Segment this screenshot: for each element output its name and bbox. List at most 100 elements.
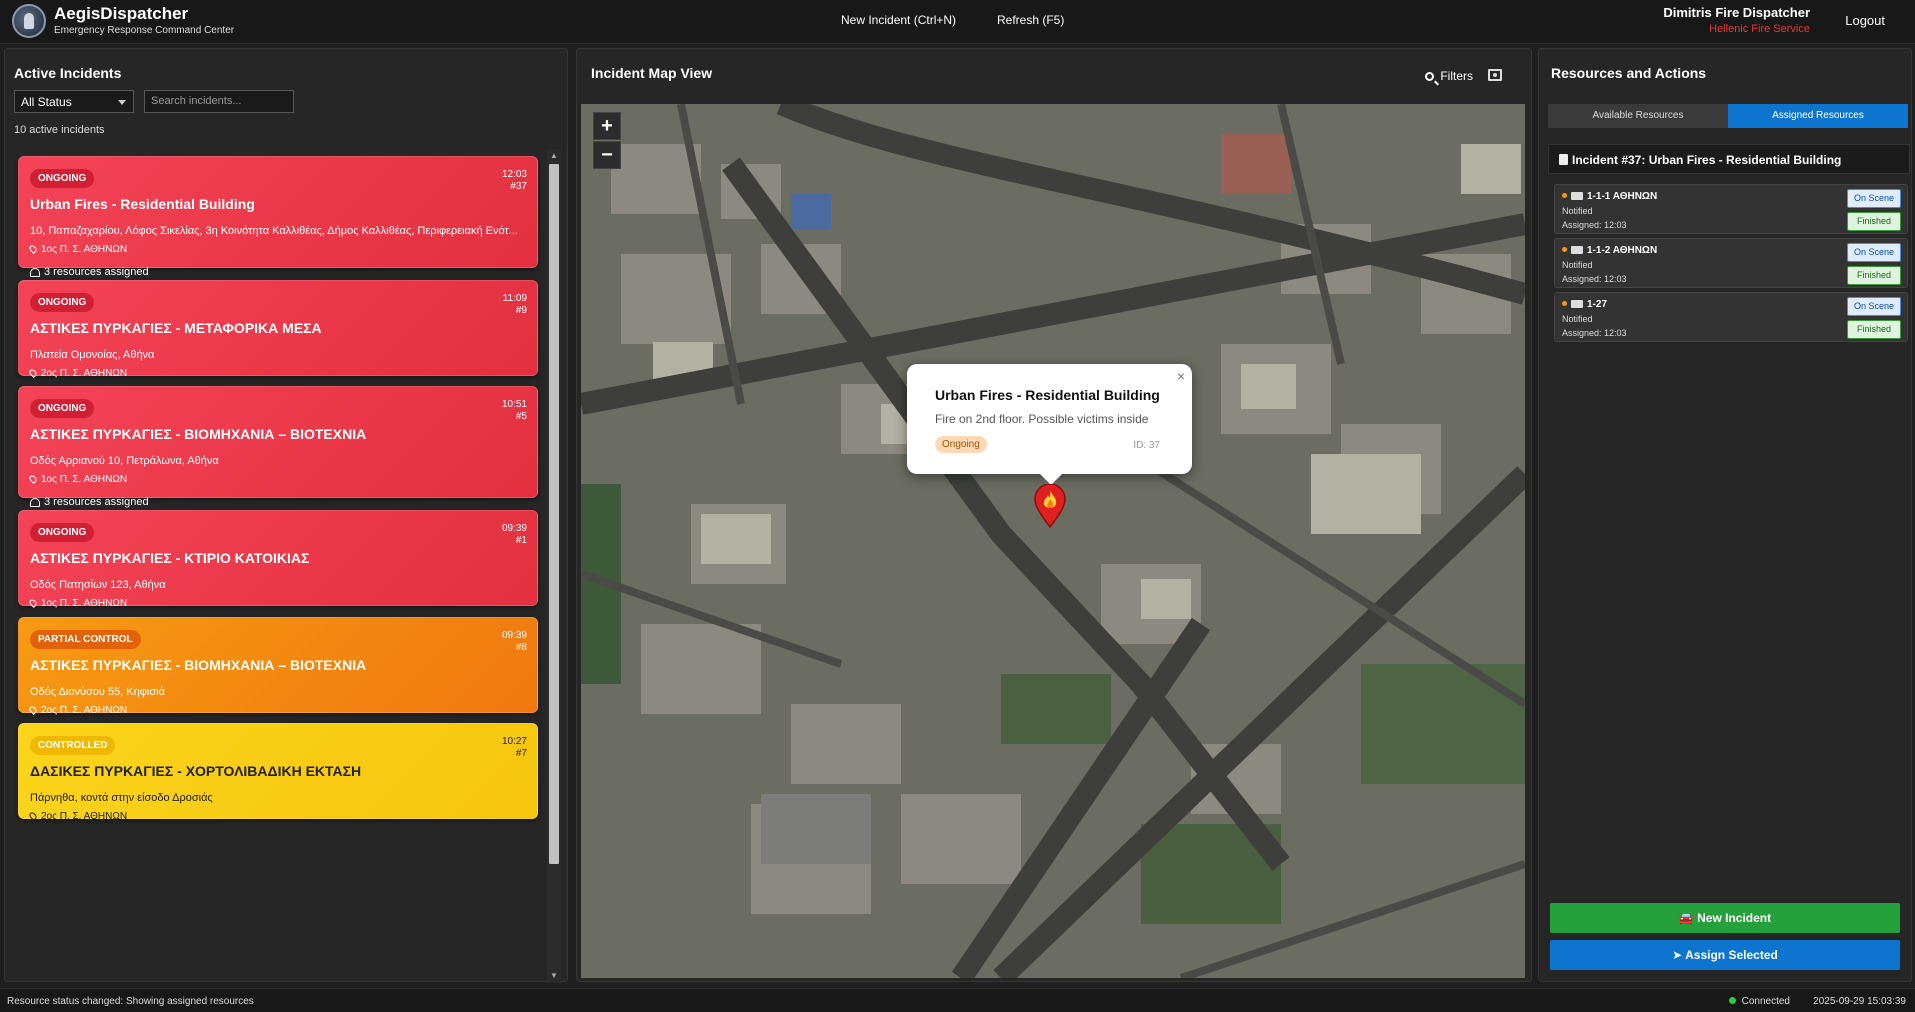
connection-indicator-icon [1728, 997, 1736, 1004]
incident-station-label: 2ος Π. Σ. ΑΘΗΝΩΝ [41, 368, 128, 379]
new-incident-button[interactable]: 🚘 New Incident [1550, 903, 1900, 933]
incident-time: 12:03 #37 [502, 169, 527, 193]
incident-number: #37 [510, 181, 527, 192]
location-pin-icon [28, 368, 38, 379]
incident-card[interactable]: ONGOING 09:39 #1 ΑΣΤΙΚΕΣ ΠΥΡΚΑΓΙΕΣ - ΚΤΙΡΙΟ… [18, 510, 538, 609]
on-scene-button[interactable]: On Scene [1847, 189, 1901, 208]
top-bar: AegisDispatcher Emergency Response Comma… [0, 0, 1915, 44]
incident-card[interactable]: ONGOING 10:51 #5 ΑΣΤΙΚΕΣ ΠΥΡΚΑΓΙΕΣ - ΒΙΟΜΗΧ… [18, 386, 538, 508]
incident-number: #7 [515, 748, 527, 759]
incident-station: 2ος Π. Σ. ΑΘΗΝΩΝ [28, 705, 128, 716]
resource-name-label: 1-1-2 ΑΘΗΝΩΝ [1587, 245, 1658, 256]
scroll-up-icon[interactable]: ▲ [550, 152, 558, 160]
incident-station-label: 2ος Π. Σ. ΑΘΗΝΩΝ [41, 705, 128, 716]
popup-incident-id: ID: 37 [1133, 440, 1160, 451]
incident-title: ΑΣΤΙΚΕΣ ΠΥΡΚΑΓΙΕΣ - ΒΙΟΜΗΧΑΝΙΑ – ΒΙΟΤΕΧΝ… [30, 426, 367, 442]
tab-assigned-resources[interactable]: Assigned Resources [1728, 104, 1908, 128]
incident-resources-label: 3 resources assigned [44, 266, 149, 278]
incident-time-value: 11:09 [502, 293, 527, 304]
popup-status-badge: Ongoing [935, 436, 987, 453]
resource-card[interactable]: 1-1-1 ΑΘΗΝΩΝ Notified Assigned: 12:03 On Sc… [1554, 184, 1908, 234]
status-dot-icon [1562, 193, 1567, 198]
popup-description: Fire on 2nd floor. Possible victims insi… [935, 412, 1149, 426]
incident-list-scrollbar[interactable]: ▲ ▼ [547, 149, 561, 983]
tab-available-resources[interactable]: Available Resources [1548, 104, 1728, 128]
assign-selected-button[interactable]: ➤ Assign Selected [1550, 940, 1900, 970]
selected-incident-title: Incident #37: Urban Fires - Residential … [1572, 153, 1842, 167]
app-window: AegisDispatcher Emergency Response Comma… [0, 0, 1915, 1012]
incident-time-value: 12:03 [501, 169, 527, 180]
incident-list: ONGOING 12:03 #37 Urban Fires - Residential… [14, 156, 542, 976]
incident-number: #8 [515, 642, 527, 653]
incident-time: 09:39 #8 [502, 630, 527, 654]
refresh-link[interactable]: Refresh (F5) [997, 13, 1064, 27]
panel-title-active-incidents: Active Incidents [14, 65, 122, 81]
incident-station-label: 1ος Π. Σ. ΑΘΗΝΩΝ [41, 474, 128, 485]
incident-map-panel: Incident Map View Filters + − × Urban Fi… [576, 48, 1532, 982]
incident-time-value: 10:27 [501, 736, 527, 747]
finished-button[interactable]: Finished [1847, 266, 1901, 285]
logout-button[interactable]: Logout [1845, 13, 1885, 28]
resource-card[interactable]: 1-1-2 ΑΘΗΝΩΝ Notified Assigned: 12:03 On Sc… [1554, 238, 1908, 288]
active-incidents-panel: Active Incidents All Status Search incid… [4, 48, 568, 983]
location-pin-icon [28, 705, 38, 716]
on-scene-button[interactable]: On Scene [1847, 297, 1901, 316]
incident-address: Πλατεία Ομονοίας, Αθήνα [30, 349, 155, 361]
incident-number: #9 [515, 305, 527, 316]
car-icon: 🚘 [1678, 911, 1698, 925]
on-scene-button[interactable]: On Scene [1847, 243, 1901, 262]
incident-card[interactable]: PARTIAL CONTROL 09:39 #8 ΑΣΤΙΚΕΣ ΠΥΡΚΑΓΙΕΣ … [18, 617, 538, 716]
scroll-down-icon[interactable]: ▼ [550, 972, 558, 980]
incident-title: ΑΣΤΙΚΕΣ ΠΥΡΚΑΓΙΕΣ - ΜΕΤΑΦΟΡΙΚΑ ΜΕΣΑ [30, 320, 322, 336]
resource-name-label: 1-1-1 ΑΘΗΝΩΝ [1587, 191, 1658, 202]
new-incident-link[interactable]: New Incident (Ctrl+N) [841, 13, 956, 27]
resource-status: Notified [1562, 260, 1593, 270]
finished-button[interactable]: Finished [1847, 320, 1901, 339]
incident-time-value: 09:39 [501, 630, 527, 641]
incident-number: #5 [515, 411, 527, 422]
map-imagery [581, 104, 1525, 978]
finished-button[interactable]: Finished [1847, 212, 1901, 231]
incident-card[interactable]: ONGOING 11:09 #9 ΑΣΤΙΚΕΣ ΠΥΡΚΑΓΙΕΣ - ΜΕΤΑΦΟ… [18, 280, 538, 379]
incident-time: 11:09 #9 [503, 293, 527, 317]
incident-popup: × Urban Fires - Residential Building Fir… [907, 364, 1192, 485]
new-incident-label: New Incident [1697, 911, 1772, 925]
zoom-in-button[interactable]: + [593, 112, 621, 140]
resource-card[interactable]: 1-27 Notified Assigned: 12:03 On Scene Finis… [1554, 292, 1908, 342]
fire-marker-icon[interactable] [1033, 484, 1067, 528]
incident-title: Urban Fires - Residential Building [30, 196, 255, 212]
filters-label: Filters [1440, 69, 1473, 83]
incident-time: 10:51 #5 [502, 399, 527, 423]
status-filter-select[interactable]: All Status [14, 90, 134, 113]
resource-status: Notified [1562, 206, 1593, 216]
incident-title: ΑΣΤΙΚΕΣ ΠΥΡΚΑΓΙΕΣ - ΒΙΟΜΗΧΑΝΙΑ – ΒΙΟΤΕΧΝ… [30, 657, 367, 673]
incident-status-badge: ONGOING [30, 169, 95, 188]
logo-icon [12, 4, 46, 38]
status-message: Resource status changed: Showing assigne… [7, 996, 254, 1007]
filters-button[interactable]: Filters [1425, 69, 1473, 83]
resource-name: 1-1-2 ΑΘΗΝΩΝ [1562, 245, 1657, 256]
incident-address: Οδός Αρριανού 10, Πετράλωνα, Αθήνα [30, 455, 219, 467]
incident-search-input[interactable]: Search incidents... [144, 90, 294, 113]
location-pin-icon [28, 244, 38, 255]
status-datetime: 2025-09-29 15:03:39 [1813, 996, 1906, 1007]
panel-title-map: Incident Map View [591, 65, 713, 81]
incident-resources-label: 3 resources assigned [44, 496, 149, 508]
resource-assigned-time: Assigned: 12:03 [1562, 220, 1627, 230]
resource-name: 1-27 [1562, 299, 1607, 310]
satellite-map[interactable]: + − × Urban Fires - Residential Building… [581, 104, 1525, 978]
incident-status-badge: CONTROLLED [30, 736, 116, 755]
resource-name: 1-1-1 ΑΘΗΝΩΝ [1562, 191, 1657, 202]
map-layer-icon[interactable] [1488, 69, 1502, 81]
popup-title: Urban Fires - Residential Building [935, 387, 1160, 403]
incident-station: 2ος Π. Σ. ΑΘΗΝΩΝ [28, 811, 127, 822]
selected-incident-header: Incident #37: Urban Fires - Residential … [1548, 144, 1910, 174]
incident-status-badge: ONGOING [30, 293, 95, 312]
popup-close-icon[interactable]: × [1177, 368, 1185, 384]
incident-card[interactable]: ONGOING 12:03 #37 Urban Fires - Residential… [18, 156, 538, 278]
incident-time: 10:27 #7 [502, 736, 527, 760]
scrollbar-thumb[interactable] [549, 164, 559, 864]
zoom-out-button[interactable]: − [593, 141, 621, 169]
incident-card[interactable]: CONTROLLED 10:27 #7 ΔΑΣΙΚΕΣ ΠΥΡΚΑΓΙΕΣ - ΧΟΡ… [18, 723, 538, 822]
resource-assigned-time: Assigned: 12:03 [1562, 274, 1627, 284]
